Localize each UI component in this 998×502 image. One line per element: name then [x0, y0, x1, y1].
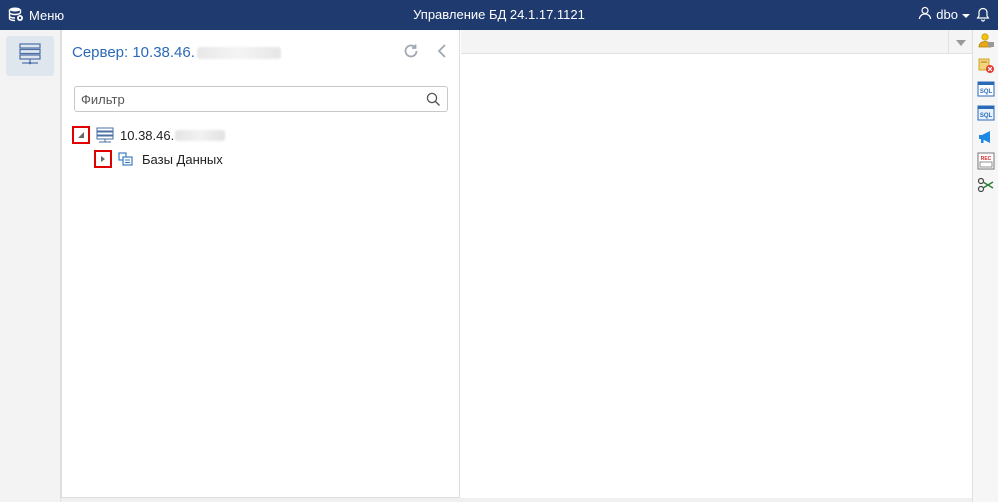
- chevron-down-icon: [955, 33, 966, 51]
- tabs-dropdown-button[interactable]: [948, 30, 972, 54]
- user-lock-tool[interactable]: [977, 32, 995, 55]
- refresh-button[interactable]: [402, 42, 420, 60]
- expand-toggle-server[interactable]: [72, 126, 90, 144]
- expand-toggle-databases[interactable]: [94, 150, 112, 168]
- user-icon: [918, 6, 932, 23]
- collapse-panel-button[interactable]: [434, 42, 452, 60]
- filter-input[interactable]: [81, 90, 411, 108]
- bottom-edge: [61, 498, 972, 502]
- top-bar: Меню Управление БД 24.1.17.1121 dbo: [0, 0, 998, 30]
- backup-error-tool[interactable]: [977, 58, 995, 76]
- sql-tool[interactable]: SQL: [977, 80, 995, 103]
- sql-query-icon: SQL: [977, 104, 995, 127]
- app-title: Управление БД 24.1.17.1121: [413, 7, 585, 22]
- record-tool[interactable]: REC: [977, 152, 995, 175]
- sql-icon: SQL: [977, 80, 995, 103]
- redacted-host: [175, 129, 226, 141]
- caret-expanded-icon: [78, 132, 84, 138]
- tree-node-databases[interactable]: Базы Данных: [94, 150, 223, 168]
- server-list-button[interactable]: [6, 36, 54, 76]
- panel-title-text: Сервер: 10.38.46.: [72, 44, 195, 61]
- svg-text:SQL: SQL: [980, 89, 993, 95]
- user-area: dbo: [918, 6, 990, 23]
- server-panel: Сервер: 10.38.46. Фильтр 10.38.46. Базы …: [61, 30, 460, 498]
- record-icon: REC: [977, 152, 995, 175]
- svg-text:REC: REC: [981, 156, 992, 162]
- user-menu[interactable]: dbo: [918, 6, 970, 23]
- search-icon[interactable]: [426, 92, 441, 107]
- announce-icon: [977, 128, 995, 151]
- user-lock-icon: [977, 32, 995, 55]
- sql-query-tool[interactable]: SQL: [977, 104, 995, 127]
- chevron-down-icon: [962, 7, 970, 22]
- right-toolbar: SQL SQL REC: [972, 30, 998, 502]
- redacted-address: [196, 47, 281, 60]
- caret-collapsed-icon: [101, 156, 105, 162]
- cut-tool[interactable]: [977, 176, 995, 199]
- server-list-icon: [18, 42, 42, 70]
- chevron-left-icon: [434, 44, 452, 64]
- svg-text:SQL: SQL: [980, 113, 993, 119]
- user-name: dbo: [936, 7, 958, 22]
- bell-icon[interactable]: [976, 7, 990, 22]
- filter-field: [74, 86, 448, 112]
- cut-icon: [977, 176, 995, 199]
- backup-error-icon: [977, 56, 995, 79]
- left-rail: [0, 30, 61, 502]
- databases-node-label: Базы Данных: [142, 151, 223, 167]
- tree-node-server[interactable]: 10.38.46.: [72, 126, 226, 144]
- workspace-area: [461, 30, 972, 498]
- announce-tool[interactable]: [977, 130, 995, 148]
- databases-icon: [118, 151, 136, 167]
- server-icon: [96, 127, 114, 143]
- panel-title: Сервер: 10.38.46.: [72, 44, 281, 61]
- server-node-label: 10.38.46.: [120, 127, 175, 143]
- tab-strip: [461, 30, 972, 54]
- refresh-icon: [402, 44, 420, 64]
